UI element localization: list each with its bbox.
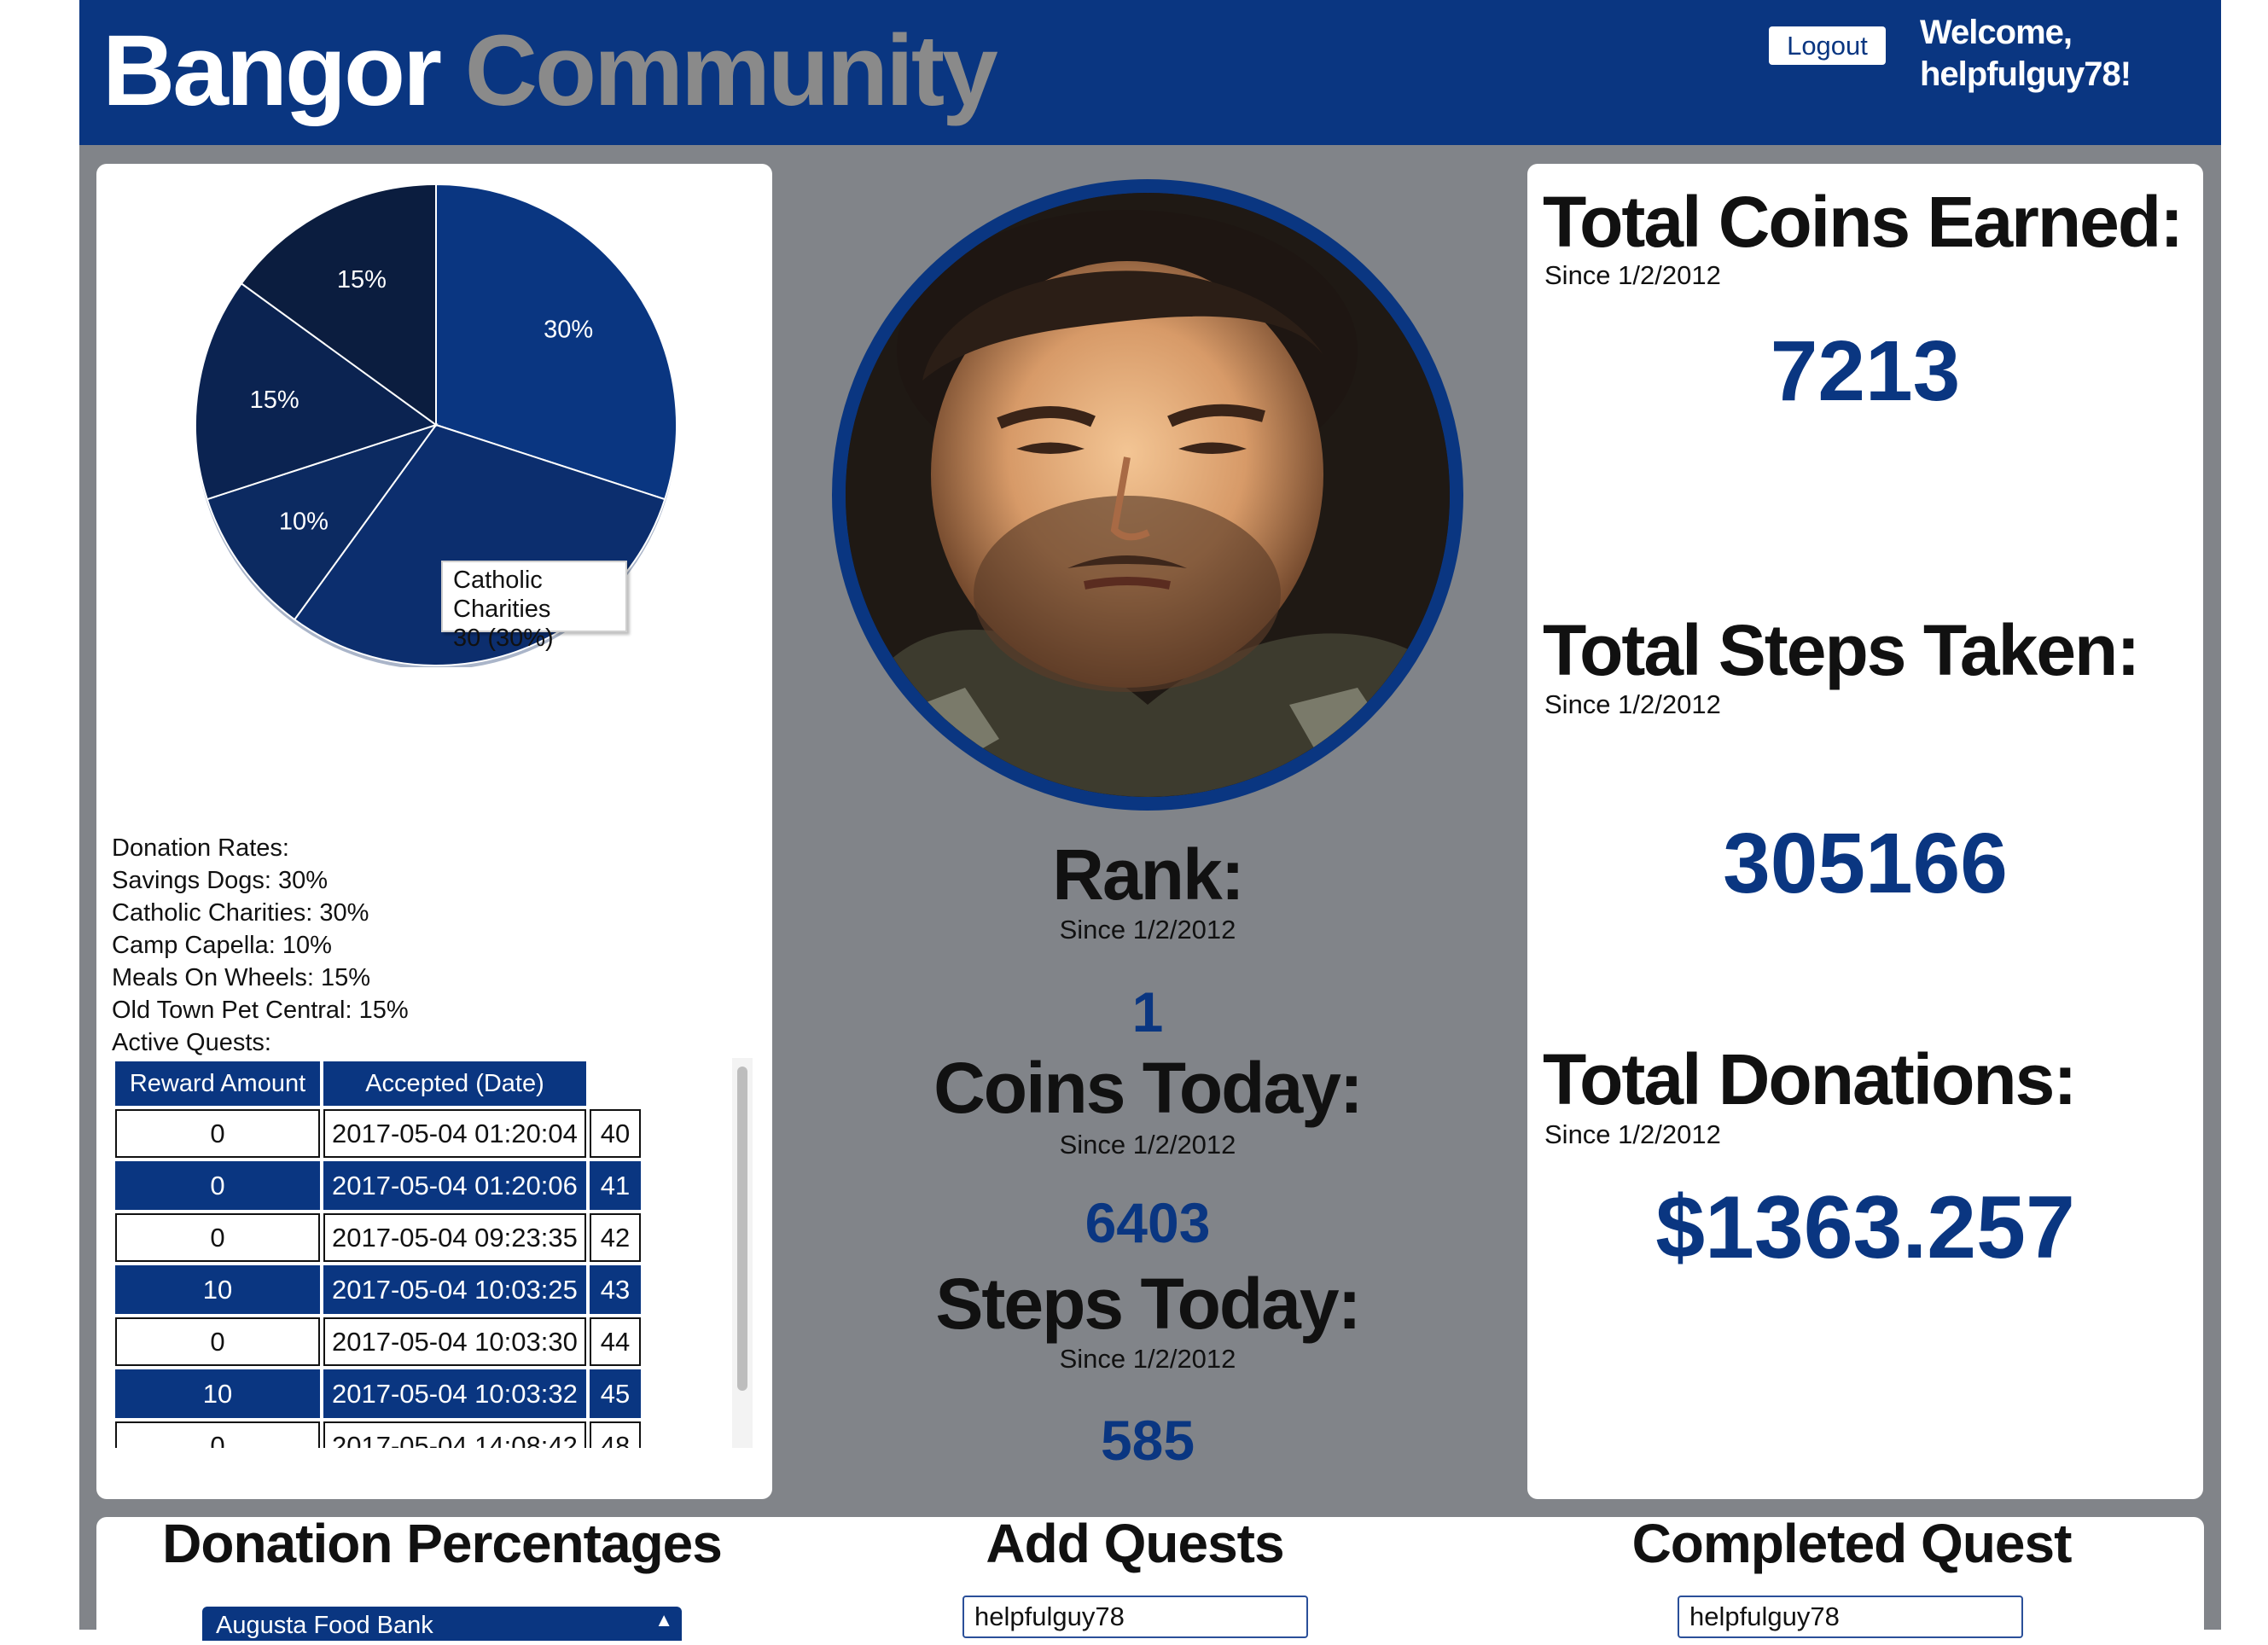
- total-coins-since: Since 1/2/2012: [1544, 260, 1721, 290]
- charity-select[interactable]: Augusta Food Bank ▲: [202, 1607, 682, 1641]
- active-quests-scroll[interactable]: Reward Amount Accepted (Date) 0 2017-05-…: [112, 1058, 756, 1448]
- id-cell: 44: [590, 1317, 641, 1366]
- total-donations-title: Total Donations:: [1543, 1039, 2077, 1119]
- table-row: 10 2017-05-04 10:03:25 43: [115, 1265, 641, 1314]
- total-steps-title: Total Steps Taken:: [1543, 610, 2140, 690]
- profile-avatar: [832, 179, 1463, 811]
- donation-rate-item: Meals On Wheels: 15%: [112, 964, 371, 991]
- brand-primary: Bangor: [102, 15, 442, 127]
- total-coins-title: Total Coins Earned:: [1543, 182, 2184, 262]
- donation-rate-item: Savings Dogs: 30%: [112, 867, 329, 894]
- donation-rate-item: Old Town Pet Central: 15%: [112, 997, 409, 1024]
- reward-cell: 0: [115, 1161, 320, 1210]
- donation-rates-heading: Donation Rates:: [112, 834, 289, 862]
- steps-today-since: Since 1/2/2012: [1059, 1344, 1236, 1374]
- table-row: 0 2017-05-04 14:08:42 48: [115, 1421, 641, 1448]
- add-quests-input[interactable]: [962, 1596, 1308, 1638]
- total-steps-value: 305166: [1723, 816, 2008, 911]
- reward-cell: 0: [115, 1213, 320, 1262]
- donation-pie-chart: 30% 10% 15% 15%: [96, 183, 772, 710]
- id-cell: 43: [590, 1265, 641, 1314]
- pie-slice-label: 10%: [279, 509, 329, 536]
- top-header: Bangor Community: [79, 0, 2221, 145]
- completed-quest-title: Completed Quest: [1631, 1513, 2073, 1574]
- tooltip-label: Catholic Charities: [453, 567, 551, 623]
- table-row: 0 2017-05-04 10:03:30 44: [115, 1317, 641, 1366]
- add-quests-title: Add Quests: [986, 1513, 1284, 1574]
- brand-logo: Bangor Community: [102, 7, 998, 135]
- reward-cell: 10: [115, 1265, 320, 1314]
- date-cell: 2017-05-04 10:03:30: [323, 1317, 586, 1366]
- chevron-up-icon: ▲: [654, 1609, 673, 1630]
- table-row: 0 2017-05-04 01:20:06 41: [115, 1161, 641, 1210]
- id-cell: 40: [590, 1109, 641, 1158]
- avatar-mouth: [1084, 577, 1171, 590]
- pie-slice-label: 15%: [250, 387, 299, 414]
- tooltip-value: 30 (30%): [453, 625, 554, 652]
- table-row: 0 2017-05-04 01:20:04 40: [115, 1109, 641, 1158]
- donation-rate-item: Camp Capella: 10%: [112, 932, 332, 959]
- date-cell: 2017-05-04 01:20:06: [323, 1161, 586, 1210]
- pie-slice-label: 30%: [544, 316, 593, 343]
- coins-today-since: Since 1/2/2012: [1059, 1130, 1236, 1160]
- steps-today-value: 585: [1100, 1409, 1195, 1472]
- active-quests-heading: Active Quests:: [112, 1029, 271, 1056]
- col-accepted-date: Accepted (Date): [323, 1061, 586, 1106]
- table-row: 0 2017-05-04 09:23:35 42: [115, 1213, 641, 1262]
- reward-cell: 10: [115, 1369, 320, 1418]
- total-coins-value: 7213: [1770, 323, 1961, 419]
- col-reward-amount: Reward Amount: [115, 1061, 320, 1106]
- charity-select-value: Augusta Food Bank: [216, 1612, 433, 1639]
- reward-cell: 0: [115, 1317, 320, 1366]
- date-cell: 2017-05-04 09:23:35: [323, 1213, 586, 1262]
- active-quests-table: Reward Amount Accepted (Date) 0 2017-05-…: [112, 1058, 644, 1448]
- avatar-beard: [974, 496, 1281, 692]
- quests-scrollbar-thumb[interactable]: [737, 1067, 747, 1391]
- id-cell: 48: [590, 1421, 641, 1448]
- coins-today-title: Coins Today:: [933, 1048, 1364, 1128]
- pie-mask: [96, 667, 772, 710]
- brand-secondary: Community: [464, 15, 998, 127]
- date-cell: 2017-05-04 10:03:32: [323, 1369, 586, 1418]
- completed-quest-input[interactable]: [1678, 1596, 2023, 1638]
- pie-slice-label: 15%: [337, 266, 387, 294]
- date-cell: 2017-05-04 01:20:04: [323, 1109, 586, 1158]
- id-cell: 45: [590, 1369, 641, 1418]
- date-cell: 2017-05-04 14:08:42: [323, 1421, 586, 1448]
- table-row: 10 2017-05-04 10:03:32 45: [115, 1369, 641, 1418]
- coins-today-value: 6403: [1085, 1191, 1211, 1254]
- rank-value: 1: [1131, 980, 1164, 1043]
- reward-cell: 0: [115, 1109, 320, 1158]
- donation-percentages-title: Donation Percentages: [162, 1513, 723, 1574]
- id-cell: 41: [590, 1161, 641, 1210]
- donation-rates: Donation Rates: Savings Dogs: 30% Cathol…: [112, 832, 409, 1059]
- date-cell: 2017-05-04 10:03:25: [323, 1265, 586, 1314]
- reward-cell: 0: [115, 1421, 320, 1448]
- rank-title: Rank:: [1052, 834, 1244, 915]
- chart-tooltip: Catholic Charities 30 (30%): [441, 561, 627, 652]
- donation-rate-item: Catholic Charities: 30%: [112, 899, 369, 927]
- total-donations-since: Since 1/2/2012: [1544, 1119, 1721, 1149]
- logout-button[interactable]: Logout: [1769, 26, 1886, 65]
- total-steps-since: Since 1/2/2012: [1544, 689, 1721, 719]
- total-donations-value: $1363.257: [1655, 1178, 2075, 1277]
- steps-today-title: Steps Today:: [935, 1264, 1361, 1344]
- avatar-photo: [846, 193, 1450, 797]
- welcome-message: Welcome, helpfulguy78!: [1920, 14, 2131, 93]
- rank-since: Since 1/2/2012: [1059, 915, 1236, 945]
- id-cell: 42: [590, 1213, 641, 1262]
